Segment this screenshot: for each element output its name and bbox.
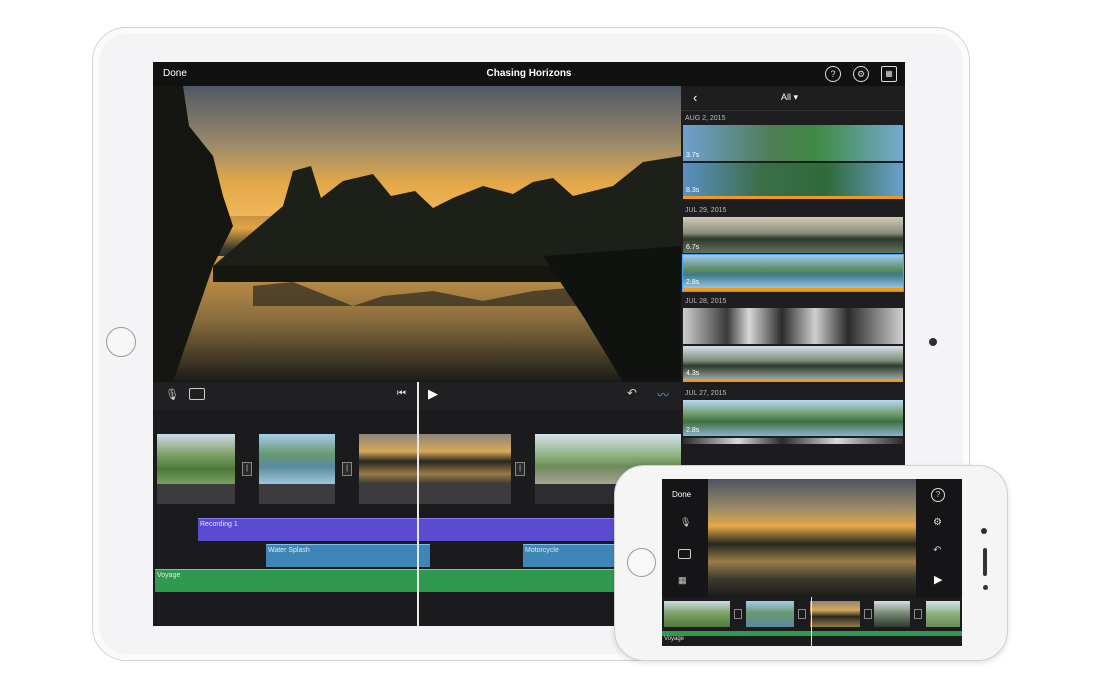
iphone-left-toolbar: Done 🎙︎ ▦ bbox=[662, 479, 708, 597]
ipad-home-button[interactable] bbox=[106, 327, 136, 357]
library-clip[interactable]: 2.8s bbox=[683, 400, 903, 436]
viewer-scene bbox=[153, 86, 681, 382]
media-library-icon[interactable]: ▦ bbox=[678, 575, 687, 586]
help-icon[interactable]: ? bbox=[825, 66, 841, 82]
audio-track-label: Voyage bbox=[157, 572, 181, 579]
undo-icon[interactable]: ↶ bbox=[627, 386, 637, 400]
audio-track-label: Recording 1 bbox=[200, 521, 238, 528]
transition-icon[interactable] bbox=[734, 609, 742, 619]
library-clip[interactable] bbox=[683, 308, 903, 344]
transition-icon[interactable]: | bbox=[342, 462, 352, 476]
transition-icon[interactable]: | bbox=[242, 462, 252, 476]
section-date: JUL 28, 2015 bbox=[685, 298, 727, 305]
iphone-timeline[interactable]: Voyage bbox=[662, 597, 962, 646]
iphone-home-button[interactable] bbox=[627, 548, 656, 577]
audio-track-label: Motorcycle bbox=[525, 547, 559, 554]
clip-duration: 4.3s bbox=[686, 370, 700, 377]
library-clip[interactable]: 6.7s bbox=[683, 217, 903, 253]
clip-duration: 8.3s bbox=[686, 187, 700, 194]
section-date: JUL 27, 2015 bbox=[685, 390, 727, 397]
help-icon[interactable]: ? bbox=[931, 488, 945, 502]
microphone-icon[interactable]: 🎙︎ bbox=[165, 388, 179, 401]
skip-back-icon[interactable]: ⏮ bbox=[397, 388, 406, 399]
transition-icon[interactable] bbox=[864, 609, 872, 619]
waveform-icon[interactable]: 〰 bbox=[657, 386, 669, 403]
library-clip[interactable]: 3.7s bbox=[683, 125, 903, 161]
timeline-clip[interactable] bbox=[810, 601, 860, 627]
camera-icon[interactable] bbox=[678, 549, 691, 559]
clip-duration: 2.8s bbox=[686, 427, 700, 434]
transition-icon[interactable] bbox=[914, 609, 922, 619]
media-library-icon[interactable]: ▦ bbox=[881, 66, 897, 82]
timeline-clip[interactable] bbox=[874, 601, 910, 627]
clip-duration: 2.8s bbox=[686, 279, 700, 286]
library-header: ‹ All ▾ bbox=[681, 86, 905, 111]
library-clip[interactable]: 4.3s bbox=[683, 346, 903, 382]
project-title: Chasing Horizons bbox=[486, 68, 572, 79]
library-clip[interactable] bbox=[683, 438, 903, 444]
filter-dropdown[interactable]: All ▾ bbox=[781, 92, 798, 103]
microphone-icon[interactable]: 🎙︎ bbox=[680, 517, 691, 528]
audio-track[interactable]: Water Splash bbox=[266, 544, 430, 567]
ipad-camera bbox=[929, 338, 937, 346]
clip-duration: 6.7s bbox=[686, 244, 700, 251]
audio-track-label: Voyage bbox=[664, 636, 685, 642]
audio-track[interactable]: Recording 1 bbox=[198, 518, 681, 541]
audio-track[interactable] bbox=[662, 631, 962, 636]
video-viewer[interactable] bbox=[153, 86, 681, 382]
iphone-viewer[interactable] bbox=[708, 479, 916, 597]
iphone-screen: Done 🎙︎ ▦ ? ⚙ ↶ ▶ Voyage bbox=[662, 479, 962, 646]
timeline-clip[interactable] bbox=[259, 434, 335, 504]
transition-icon[interactable] bbox=[798, 609, 806, 619]
timeline-clip[interactable] bbox=[664, 601, 730, 627]
timeline-clip[interactable] bbox=[926, 601, 960, 627]
gear-icon[interactable]: ⚙ bbox=[853, 66, 869, 82]
iphone-sensor bbox=[983, 585, 988, 590]
media-library: ‹ All ▾ AUG 2, 2015 3.7s 8.3s JUL 29, 20… bbox=[681, 86, 905, 444]
chevron-left-icon[interactable]: ‹ bbox=[693, 90, 697, 105]
clip-duration: 3.7s bbox=[686, 152, 700, 159]
playhead[interactable] bbox=[417, 382, 419, 626]
timeline-clip-selected[interactable] bbox=[359, 434, 511, 504]
play-icon[interactable]: ▶ bbox=[428, 386, 438, 402]
timeline-clip[interactable] bbox=[157, 434, 235, 504]
undo-icon[interactable]: ↶ bbox=[933, 545, 941, 556]
library-clip-selected[interactable]: 2.8s bbox=[682, 254, 904, 292]
iphone-right-toolbar: ? ⚙ ↶ ▶ bbox=[916, 479, 962, 597]
camera-icon[interactable] bbox=[189, 388, 205, 400]
iphone-camera bbox=[981, 528, 987, 534]
top-bar: Done Chasing Horizons ? ⚙ ▦ bbox=[153, 62, 905, 86]
playhead[interactable] bbox=[811, 597, 812, 646]
library-clip[interactable]: 8.3s bbox=[683, 163, 903, 199]
gear-icon[interactable]: ⚙ bbox=[933, 517, 942, 528]
done-button[interactable]: Done bbox=[672, 490, 691, 499]
play-icon[interactable]: ▶ bbox=[934, 573, 942, 586]
timeline-clip[interactable] bbox=[746, 601, 794, 627]
audio-track-label: Water Splash bbox=[268, 547, 310, 554]
section-date: AUG 2, 2015 bbox=[685, 115, 726, 122]
iphone-speaker bbox=[983, 548, 987, 576]
transition-icon[interactable]: | bbox=[515, 462, 525, 476]
section-date: JUL 29, 2015 bbox=[685, 207, 727, 214]
